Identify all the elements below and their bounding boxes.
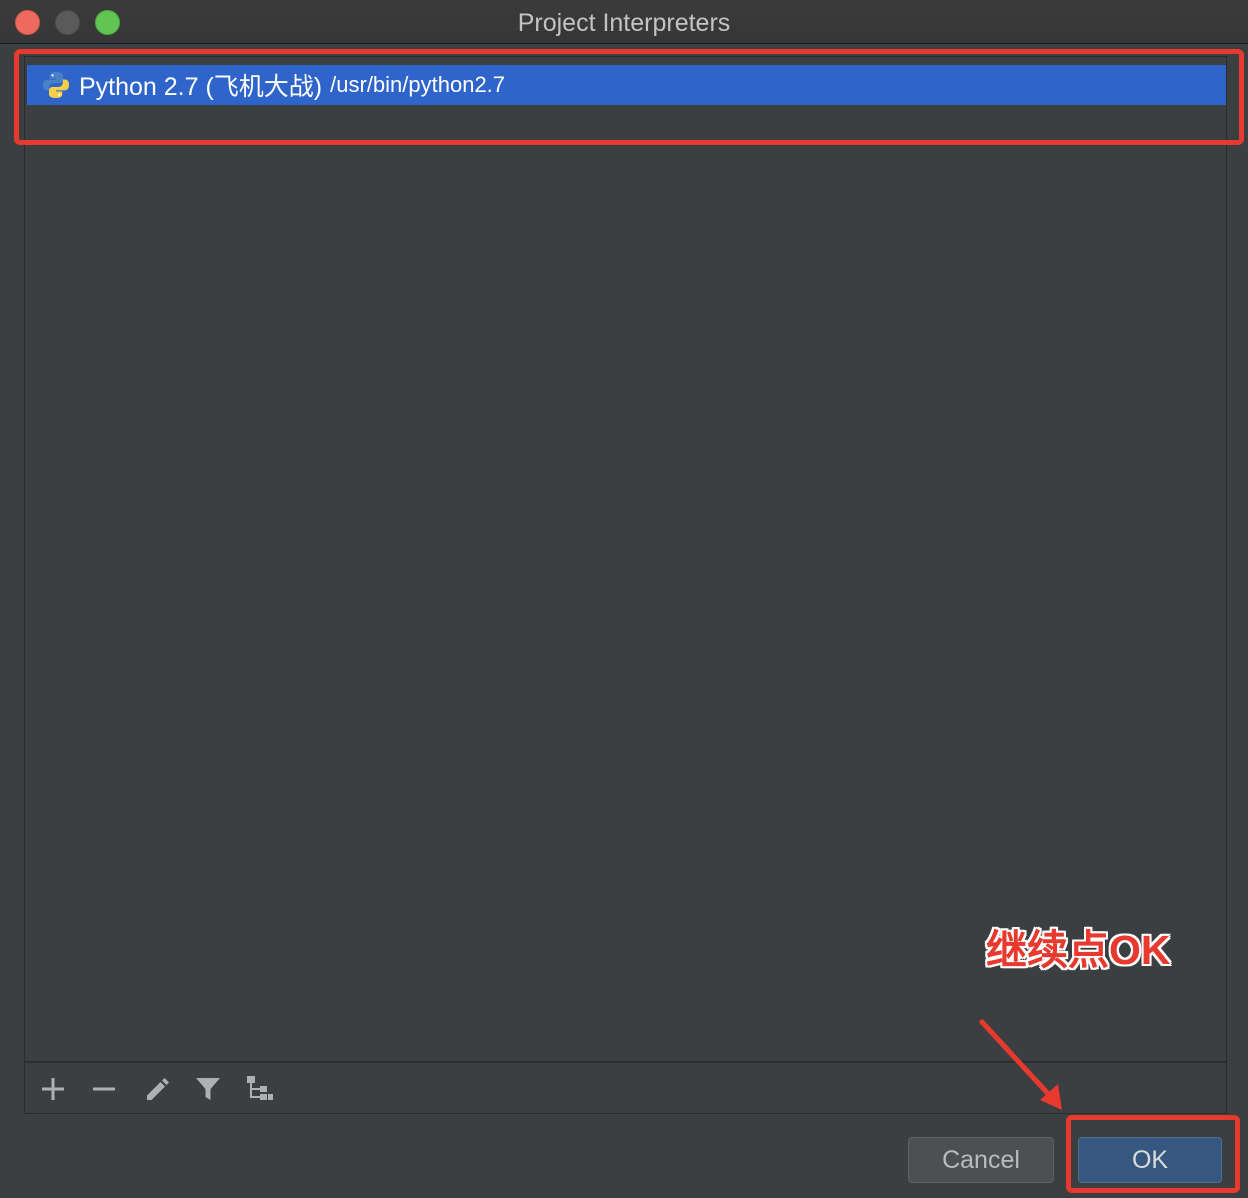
filter-icon bbox=[196, 1078, 220, 1100]
interpreter-list[interactable]: Python 2.7 (飞机大战) /usr/bin/python2.7 bbox=[24, 56, 1227, 1062]
pencil-icon bbox=[147, 1078, 169, 1100]
edit-interpreter-button[interactable] bbox=[141, 1073, 173, 1105]
project-interpreters-dialog: Project Interpreters Python 2.7 (飞机大战) /… bbox=[0, 0, 1248, 1198]
minus-icon bbox=[93, 1087, 115, 1091]
filter-interpreters-button[interactable] bbox=[192, 1073, 224, 1105]
window-title: Project Interpreters bbox=[517, 9, 731, 37]
annotation-text: 继续点OK bbox=[986, 927, 1171, 973]
python-icon bbox=[43, 72, 69, 98]
interpreter-list-item[interactable]: Python 2.7 (飞机大战) /usr/bin/python2.7 bbox=[27, 65, 1226, 105]
remove-interpreter-button[interactable] bbox=[88, 1073, 120, 1105]
interpreter-name: Python 2.7 (飞机大战) bbox=[79, 73, 323, 101]
cancel-button[interactable]: Cancel bbox=[908, 1137, 1054, 1183]
add-interpreter-button[interactable] bbox=[37, 1073, 69, 1105]
show-paths-tree-button[interactable] bbox=[244, 1073, 276, 1105]
title-bar: Project Interpreters bbox=[0, 0, 1248, 44]
interpreter-path: /usr/bin/python2.7 bbox=[330, 72, 506, 97]
ok-button[interactable]: OK bbox=[1078, 1137, 1222, 1183]
interpreter-toolbar bbox=[24, 1062, 1227, 1114]
plus-icon bbox=[42, 1078, 64, 1100]
tree-icon bbox=[247, 1076, 273, 1100]
